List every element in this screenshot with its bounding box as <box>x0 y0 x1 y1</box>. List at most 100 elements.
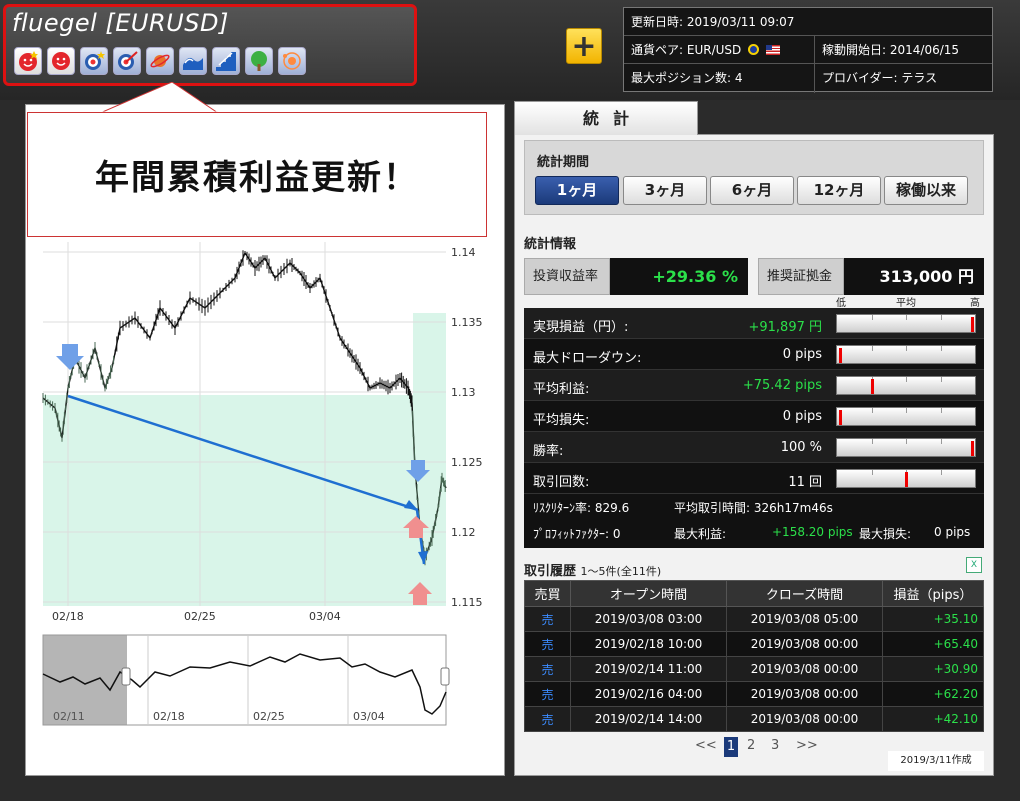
y-tick-label: 1.12 <box>451 526 476 539</box>
navigator-handle-right[interactable] <box>440 667 450 686</box>
smile-icon[interactable] <box>47 47 75 75</box>
period-button-1m[interactable]: 1ヶ月 <box>535 176 619 205</box>
stats-row-value: 0 pips <box>782 409 822 424</box>
history-row[interactable]: 売 2019/02/18 10:00 2019/03/08 00:00 +65.40 <box>524 631 984 657</box>
period-selector: 統計期間 1ヶ月 3ヶ月 6ヶ月 12ヶ月 稼働以来 <box>524 140 984 215</box>
scale-low: 低 <box>836 298 846 309</box>
history-close: 2019/03/08 00:00 <box>726 656 883 682</box>
price-chart[interactable]: 1.14 1.135 1.13 1.125 1.12 1.115 02/18 02/25 03/… <box>40 238 500 633</box>
history-pips: +35.10 <box>882 606 984 632</box>
orbit-icon[interactable] <box>278 47 306 75</box>
navigator-svg[interactable]: 02/11 02/18 02/25 03/04 <box>40 632 450 729</box>
smile-star-icon[interactable] <box>14 47 42 75</box>
max-profit-label: 最大利益: <box>674 527 727 541</box>
ea-title: fluegel [EURUSD] <box>12 9 229 37</box>
history-row[interactable]: 売 2019/02/14 14:00 2019/03/08 00:00 +42.10 <box>524 706 984 732</box>
stats-row-label: 勝率: <box>533 444 564 459</box>
info-box: 更新日時: 2019/03/11 09:07 通貨ペア: EUR/USD 稼動開… <box>623 7 993 93</box>
position-shade-2 <box>413 313 446 395</box>
y-tick-label: 1.115 <box>451 596 483 609</box>
stats-row-value: 100 % <box>780 440 822 455</box>
stats-row-label: 実現損益（円）: <box>533 320 629 335</box>
history-row[interactable]: 売 2019/03/08 03:00 2019/03/08 05:00 +35.10 <box>524 606 984 632</box>
history-side: 売 <box>524 631 571 657</box>
stats-row-gauge <box>836 314 976 333</box>
target-star-icon[interactable] <box>80 47 108 75</box>
scale-avg: 平均 <box>896 298 916 309</box>
maxpos-value: 4 <box>734 71 743 85</box>
price-chart-svg[interactable]: 1.14 1.135 1.13 1.125 1.12 1.115 02/18 02/25 03/… <box>40 238 500 633</box>
navigator-handle-left[interactable] <box>121 667 131 686</box>
add-favorite-button[interactable]: + <box>566 28 602 64</box>
stats-row-value: +91,897 円 <box>748 320 822 335</box>
provider-value: テラス <box>901 71 938 85</box>
target-arrow-icon[interactable] <box>113 47 141 75</box>
export-excel-icon[interactable]: X <box>966 557 982 573</box>
history-open: 2019/03/08 03:00 <box>570 606 727 632</box>
maxpos-label: 最大ポジション数: <box>631 71 732 85</box>
history-header-pips: 損益（pips） <box>882 580 984 607</box>
max-profit-value: +158.20 pips <box>772 525 853 539</box>
stats-extra: ﾘｽｸﾘﾀｰﾝ率: 829.6 平均取引時間: 326h17m46s ﾌﾟﾛﾌｨ… <box>524 494 984 548</box>
stats-row-gauge-marker <box>838 348 842 363</box>
y-tick-label: 1.14 <box>451 246 476 259</box>
history-pips: +42.10 <box>882 706 984 732</box>
stats-row-gauge <box>836 438 976 457</box>
pager-page-3[interactable]: 3 <box>771 738 779 753</box>
updated-value: 2019/03/11 09:07 <box>686 15 795 29</box>
stats-row: 実現損益（円）: +91,897 円 <box>524 308 984 339</box>
stats-row-gauge <box>836 407 976 426</box>
navigator-tick-label: 02/18 <box>153 710 185 723</box>
updated-label: 更新日時: <box>631 15 684 29</box>
roi-value: +29.36 % <box>610 258 748 295</box>
max-loss-label: 最大損失: <box>859 527 912 541</box>
margin-label: 推奨証拠金 <box>758 258 844 295</box>
period-label: 統計期間 <box>537 155 590 170</box>
tree-icon[interactable] <box>245 47 273 75</box>
history-title: 取引履歴 1〜5件(全11件) <box>524 560 661 579</box>
history-row[interactable]: 売 2019/02/16 04:00 2019/03/08 00:00 +62.20 <box>524 681 984 707</box>
tab-stats[interactable]: 統計 <box>514 101 698 135</box>
history-row[interactable]: 売 2019/02/14 11:00 2019/03/08 00:00 +30.90 <box>524 656 984 682</box>
start-label: 稼動開始日: <box>822 43 887 57</box>
y-tick-label: 1.125 <box>451 456 483 469</box>
history-close: 2019/03/08 05:00 <box>726 606 883 632</box>
history-open: 2019/02/14 14:00 <box>570 706 727 732</box>
history-open: 2019/02/16 04:00 <box>570 681 727 707</box>
stats-row-value: +75.42 pips <box>742 378 822 393</box>
history-side: 売 <box>524 706 571 732</box>
us-flag-icon <box>765 45 780 55</box>
history-side: 売 <box>524 681 571 707</box>
history-header-open: オープン時間 <box>570 580 727 607</box>
x-tick-label: 03/04 <box>309 610 341 623</box>
history-table: 売買 オープン時間 クローズ時間 損益（pips） 売 2019/03/08 03… <box>524 580 984 732</box>
stats-row-gauge <box>836 469 976 488</box>
wave-icon[interactable] <box>179 47 207 75</box>
y-tick-label: 1.13 <box>451 386 476 399</box>
navigator-tick-label: 02/11 <box>53 710 85 723</box>
period-button-6m[interactable]: 6ヶ月 <box>710 176 794 205</box>
pager-page-2[interactable]: 2 <box>747 738 755 753</box>
chart-navigator[interactable]: 02/11 02/18 02/25 03/04 <box>40 632 450 729</box>
pair-label: 通貨ペア: <box>631 43 684 57</box>
start-value: 2014/06/15 <box>889 43 960 57</box>
pager-page-1[interactable]: 1 <box>724 737 738 757</box>
pager-prev[interactable]: << <box>695 738 717 753</box>
period-button-12m[interactable]: 12ヶ月 <box>797 176 881 205</box>
provider-label: プロバイダー: <box>822 71 898 85</box>
period-button-all[interactable]: 稼働以来 <box>884 176 968 205</box>
stairs-icon[interactable] <box>212 47 240 75</box>
history-side: 売 <box>524 656 571 682</box>
history-open: 2019/02/18 10:00 <box>570 631 727 657</box>
planet-icon[interactable] <box>146 47 174 75</box>
period-button-3m[interactable]: 3ヶ月 <box>623 176 707 205</box>
history-header-side: 売買 <box>524 580 571 607</box>
stats-row-gauge-marker <box>870 379 874 394</box>
history-open: 2019/02/14 11:00 <box>570 656 727 682</box>
x-tick-label: 02/25 <box>184 610 216 623</box>
history-side: 売 <box>524 606 571 632</box>
pager-next[interactable]: >> <box>796 738 818 753</box>
history-pips: +65.40 <box>882 631 984 657</box>
history-close: 2019/03/08 00:00 <box>726 706 883 732</box>
stats-row-value: 11 回 <box>788 475 822 490</box>
